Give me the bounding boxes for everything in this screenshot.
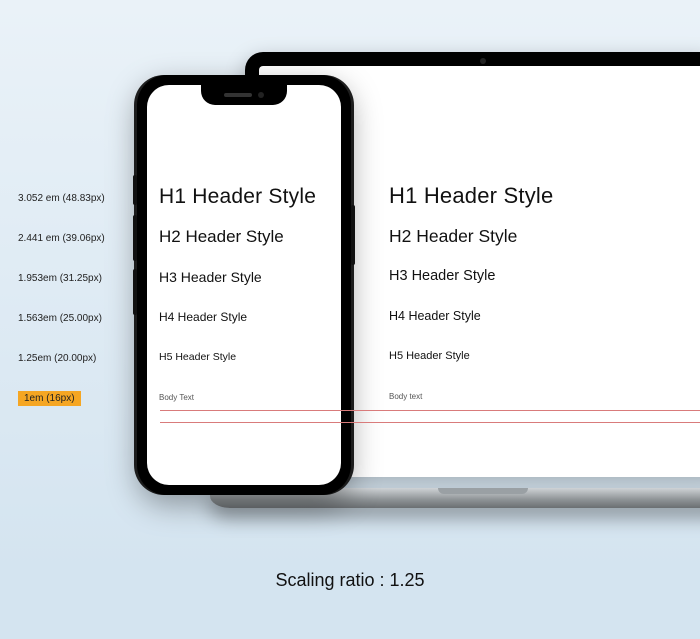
scale-label-text: 2.441 em (39.06px) [18,233,105,244]
heading-h4: H4 Header Style [159,297,329,337]
heading-h3: H3 Header Style [389,256,666,296]
phone-mockup: H1 Header Style H2 Header Style H3 Heade… [137,75,351,495]
notch-icon [201,85,287,105]
scale-label-text: 3.052 em (48.83px) [18,193,105,204]
baseline-guide-top [160,410,700,411]
diagram-stage: 3.052 em (48.83px) 2.441 em (39.06px) 1.… [0,0,700,639]
scale-label: 1.25em (20.00px) [18,338,128,378]
scale-label-body-text: 1em (16px) [18,391,81,406]
heading-h2: H2 Header Style [389,216,666,256]
scale-label: 3.052 em (48.83px) [18,178,128,218]
scale-label-text: 1.953em (31.25px) [18,273,102,284]
heading-h5: H5 Header Style [159,337,329,377]
baseline-guide-bottom [160,422,700,423]
heading-h5: H5 Header Style [389,336,666,376]
scale-label-body: 1em (16px) [18,378,128,418]
scale-label: 2.441 em (39.06px) [18,218,128,258]
volume-down-icon [133,269,137,315]
scale-label-text: 1.25em (20.00px) [18,353,96,364]
camera-icon [480,58,486,64]
phone-type-stack: H1 Header Style H2 Header Style H3 Heade… [159,177,329,417]
volume-up-icon [133,215,137,261]
power-button-icon [351,205,355,265]
scale-label: 1.563em (25.00px) [18,298,128,338]
phone-screen: H1 Header Style H2 Header Style H3 Heade… [147,85,341,485]
mute-switch-icon [133,175,137,205]
left-scale-labels: 3.052 em (48.83px) 2.441 em (39.06px) 1.… [18,178,128,418]
body-text: Body Text [159,377,329,417]
heading-h3: H3 Header Style [159,257,329,297]
heading-h2: H2 Header Style [159,217,329,257]
heading-h1: H1 Header Style [159,177,329,217]
caption: Scaling ratio : 1.25 [0,570,700,591]
laptop-type-stack: H1 Header Style H2 Header Style H3 Heade… [389,176,666,416]
scale-label-text: 1.563em (25.00px) [18,313,102,324]
scale-label: 1.953em (31.25px) [18,258,128,298]
heading-h4: H4 Header Style [389,296,666,336]
heading-h1: H1 Header Style [389,176,666,216]
